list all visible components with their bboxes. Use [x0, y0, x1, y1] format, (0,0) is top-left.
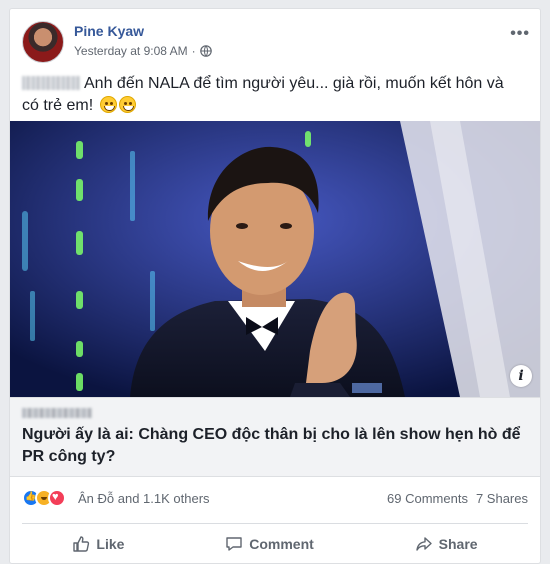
- author-name[interactable]: Pine Kyaw: [74, 23, 144, 39]
- share-arrow-icon: [415, 536, 432, 551]
- comments-count[interactable]: 69 Comments: [387, 491, 468, 506]
- reaction-icons[interactable]: [22, 489, 66, 507]
- grinning-emoji-icon: [118, 96, 136, 113]
- post-card: Pine Kyaw Yesterday at 9:08 AM · ••• Anh…: [9, 8, 541, 564]
- comment-icon: [226, 536, 242, 551]
- globe-icon[interactable]: [199, 45, 212, 57]
- share-button[interactable]: Share: [415, 535, 478, 553]
- post-body: Anh đến NALA để tìm người yêu... già rồi…: [22, 75, 504, 114]
- thumbs-up-icon: [73, 535, 90, 552]
- meta-separator: ·: [191, 44, 196, 58]
- post-meta: Yesterday at 9:08 AM ·: [74, 44, 212, 58]
- share-label: Share: [438, 535, 478, 552]
- link-preview-image[interactable]: i: [10, 121, 540, 397]
- post-actions: Like Comment Share: [22, 523, 528, 563]
- shares-count[interactable]: 7 Shares: [476, 491, 528, 506]
- post-text: Anh đến NALA để tìm người yêu... già rồi…: [22, 73, 522, 117]
- reactions-bar: Ân Đỗ and 1.1K others 69 Comments 7 Shar…: [22, 487, 528, 511]
- more-options-icon[interactable]: •••: [510, 25, 530, 43]
- love-reaction-icon: [48, 489, 66, 507]
- reaction-summary[interactable]: Ân Đỗ and 1.1K others: [78, 491, 210, 506]
- like-label: Like: [96, 535, 125, 552]
- info-icon[interactable]: i: [510, 365, 532, 387]
- post-timestamp[interactable]: Yesterday at 9:08 AM: [74, 44, 188, 58]
- grinning-emoji-icon: [99, 96, 117, 113]
- author-avatar[interactable]: [22, 21, 64, 63]
- comment-label: Comment: [249, 535, 314, 552]
- preview-photo: [10, 121, 540, 397]
- link-preview-footer[interactable]: Người ấy là ai: Chàng CEO độc thân bị ch…: [10, 397, 540, 477]
- blurred-mention: [22, 76, 80, 90]
- engagement-counts: 69 Comments 7 Shares: [387, 491, 528, 506]
- like-button[interactable]: Like: [72, 535, 124, 553]
- link-title[interactable]: Người ấy là ai: Chàng CEO độc thân bị ch…: [22, 424, 532, 468]
- comment-button[interactable]: Comment: [225, 535, 314, 553]
- post-header: Pine Kyaw Yesterday at 9:08 AM · •••: [22, 21, 530, 65]
- blurred-link-domain: [22, 408, 92, 418]
